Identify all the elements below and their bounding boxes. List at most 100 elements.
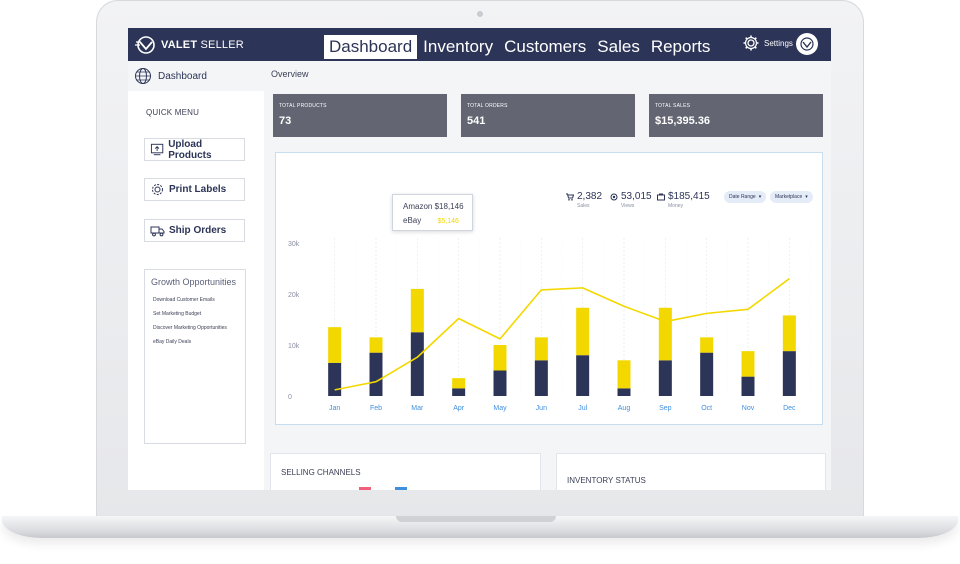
growth-link-download-emails[interactable]: Download Customer Emails — [153, 297, 215, 303]
bar-amazon — [452, 388, 466, 396]
kpi-views: 53,015 Views — [610, 191, 652, 209]
stat-total-sales: TOTAL SALES $15,395.36 — [649, 94, 823, 137]
x-tick-label: Oct — [701, 405, 712, 412]
kpi-views-label: Views — [621, 203, 635, 209]
laptop-notch — [396, 516, 556, 522]
chevron-down-icon: ▾ — [805, 194, 808, 200]
growth-title: Growth Opportunities — [151, 277, 237, 287]
stat-value: 541 — [467, 115, 486, 127]
bar-amazon — [369, 352, 383, 396]
x-tick-label: Jan — [329, 405, 340, 412]
bar-ebay — [617, 360, 631, 389]
nav-dashboard[interactable]: Dashboard — [324, 35, 418, 59]
inventory-status-card: INVENTORY STATUS — [556, 453, 826, 490]
bar-amazon — [617, 388, 631, 396]
bar-ebay — [782, 315, 796, 352]
logo-text: VALET SELLER — [161, 39, 244, 51]
settings-link[interactable]: Settings — [742, 34, 793, 52]
selling-channels-card: SELLING CHANNELS — [270, 453, 541, 490]
money-icon — [657, 193, 665, 200]
app-screen: VALET SELLER Dashboard Inventory Custome… — [128, 28, 831, 490]
stat-title: TOTAL PRODUCTS — [279, 103, 327, 109]
overview-label: Overview — [271, 69, 309, 79]
bar-amazon — [658, 360, 672, 396]
nav-customers[interactable]: Customers — [499, 35, 591, 59]
bar-ebay — [369, 337, 383, 353]
gear-icon — [152, 184, 163, 195]
nav-inventory[interactable]: Inventory — [418, 35, 498, 59]
growth-link-ebay-deals[interactable]: eBay Daily Deals — [153, 339, 191, 345]
tooltip-amazon-value: $18,146 — [434, 202, 464, 211]
ship-orders-label: Ship Orders — [169, 225, 227, 236]
x-tick-label: Dec — [783, 405, 796, 412]
globe-icon — [135, 68, 151, 84]
nav-reports[interactable]: Reports — [646, 35, 716, 59]
x-tick-label: Feb — [370, 405, 382, 412]
x-tick-label: Jul — [578, 405, 587, 412]
bar-ebay — [741, 351, 755, 377]
bar-ebay — [452, 378, 466, 389]
print-labels-label: Print Labels — [169, 184, 227, 195]
x-tick-label: Jun — [536, 405, 547, 412]
kpi-sales-label: Sales — [577, 203, 590, 209]
bar-amazon — [782, 351, 796, 396]
sidebar-header[interactable]: Dashboard — [128, 61, 264, 91]
date-range-dropdown[interactable]: Date Range ▾ — [724, 191, 767, 203]
upload-products-button[interactable]: Upload Products — [144, 138, 245, 161]
nav-sales[interactable]: Sales — [592, 35, 645, 59]
ship-orders-button[interactable]: Ship Orders — [144, 219, 245, 242]
legend-swatch-red — [359, 487, 371, 490]
kpi-money-value: $185,415 — [668, 191, 710, 202]
logo-mark-icon — [135, 36, 155, 54]
eye-icon — [610, 193, 618, 200]
settings-label: Settings — [764, 38, 793, 48]
stat-title: TOTAL SALES — [655, 103, 691, 109]
stat-value: $15,395.36 — [655, 115, 711, 127]
marketplace-dropdown[interactable]: Marketplace ▾ — [770, 191, 813, 203]
brand-logo[interactable]: VALET SELLER — [135, 36, 244, 54]
bar-ebay — [534, 337, 548, 361]
x-tick-label: Nov — [742, 405, 755, 412]
date-range-label: Date Range — [729, 194, 756, 200]
bar-amazon — [700, 352, 714, 396]
tooltip-ebay-label: eBay — [403, 216, 422, 225]
x-tick-label: May — [493, 405, 507, 412]
kpi-views-value: 53,015 — [621, 191, 652, 202]
kpi-money: $185,415 Money — [657, 191, 710, 209]
kpi-sales: 2,382 Sales — [566, 191, 602, 209]
legend-swatch-blue — [395, 487, 407, 490]
bar-ebay — [576, 307, 590, 356]
truck-icon — [150, 226, 165, 237]
kpi-money-label: Money — [668, 203, 684, 209]
growth-link-marketing-budget[interactable]: Set Marketing Budget — [153, 311, 201, 317]
stat-total-orders: TOTAL ORDERS 541 — [461, 94, 635, 137]
growth-opportunities-panel: Growth Opportunities Download Customer E… — [144, 269, 246, 444]
tooltip-ebay-value: $5,146 — [437, 218, 459, 225]
x-tick-label: Apr — [453, 405, 465, 412]
y-tick-label: 20k — [288, 292, 300, 299]
stat-value: 73 — [279, 115, 292, 127]
sales-chart-card: 0 10k 20k 30k Jan Feb Mar Apr May Jun Jul Aug Sep Oct… — [275, 152, 823, 425]
chart-tooltip: Amazon $18,146 eBay $5,146 — [392, 194, 473, 231]
cart-icon — [566, 193, 574, 201]
tooltip-amazon-label: Amazon — [403, 202, 433, 211]
growth-link-marketing-opportunities[interactable]: Discover Marketing Opportunities — [153, 325, 227, 331]
tooltip-row-ebay: eBay $5,146 — [403, 216, 459, 225]
x-tick-label: Aug — [618, 405, 631, 412]
x-tick-label: Mar — [411, 405, 424, 412]
inventory-status-title: INVENTORY STATUS — [567, 476, 646, 485]
bar-amazon — [493, 370, 507, 396]
tooltip-row-amazon: Amazon $18,146 — [403, 202, 464, 211]
avatar-logo-icon — [800, 37, 814, 51]
y-tick-label: 30k — [288, 241, 300, 248]
upload-icon — [150, 143, 164, 156]
camera-dot — [477, 11, 483, 17]
bar-ebay — [328, 327, 342, 363]
print-labels-button[interactable]: Print Labels — [144, 178, 245, 201]
chevron-down-icon: ▾ — [758, 194, 762, 200]
top-nav-bar: VALET SELLER Dashboard Inventory Custome… — [128, 28, 831, 61]
main-nav: Dashboard Inventory Customers Sales Repo… — [324, 35, 716, 59]
user-avatar[interactable] — [796, 33, 818, 55]
bar-amazon — [534, 360, 548, 396]
sidebar-header-label: Dashboard — [158, 70, 207, 82]
